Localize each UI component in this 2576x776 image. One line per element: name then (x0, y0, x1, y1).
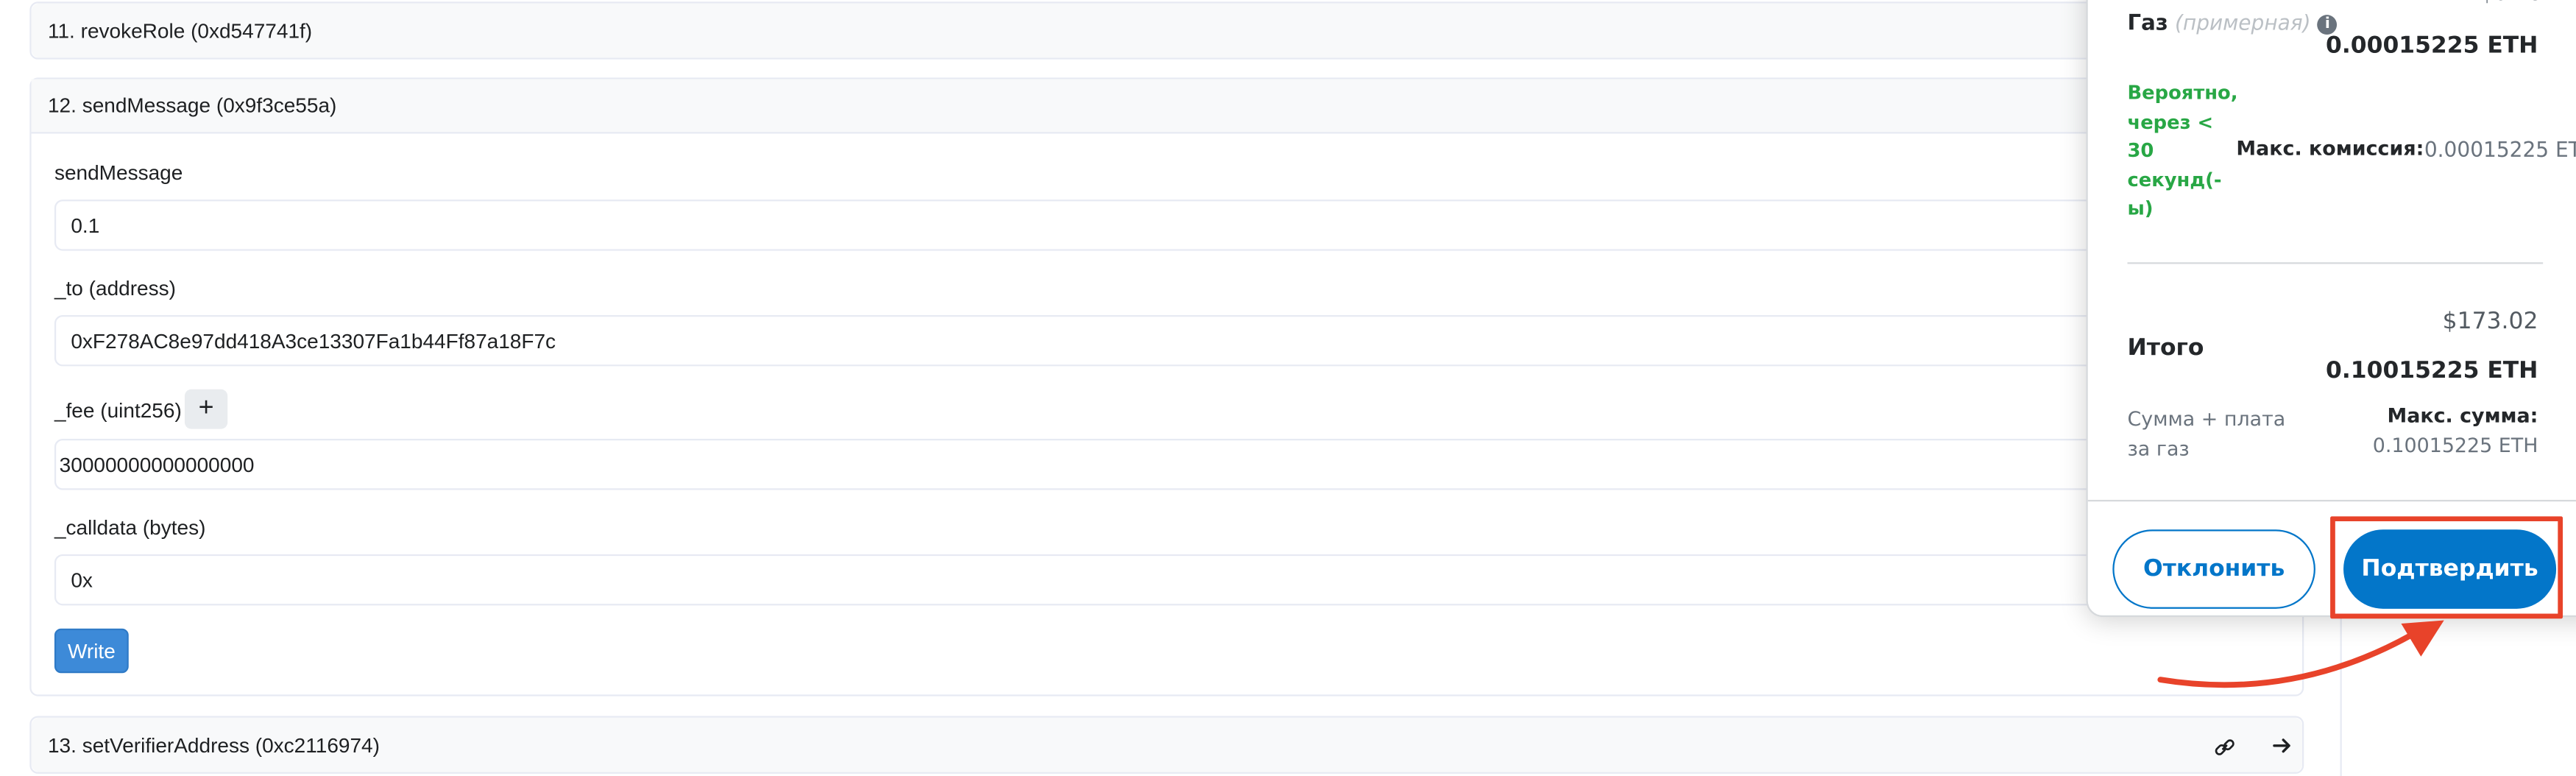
function-card-set-verifier: 13. setVerifierAddress (0xc2116974) (29, 716, 2304, 774)
gas-estimate-note: (примерная) (2174, 10, 2311, 35)
function-header-send-message[interactable]: 12. sendMessage (0x9f3ce55a) (31, 79, 2303, 134)
total-label: Итого (2127, 334, 2204, 361)
function-title: 13. setVerifierAddress (0xc2116974) (47, 733, 380, 757)
max-fee-label: Макс. комиссия: (2236, 136, 2424, 161)
param-label-calldata: _calldata (bytes) (54, 516, 206, 540)
function-header-set-verifier[interactable]: 13. setVerifierAddress (0xc2116974) (31, 717, 2303, 772)
max-fee-value: 0.00015225 ETH (2424, 136, 2576, 162)
total-eth-value: 0.10015225 ETH (2326, 358, 2538, 385)
likely-time-text: Вероятно, через < 30 секунд(- ы) (2128, 80, 2238, 224)
fee-input[interactable]: 30000000000000000 (54, 439, 2281, 490)
likely-line: 30 (2127, 138, 2154, 162)
max-sum-value: 0.10015225 ETH (2372, 434, 2538, 457)
function-header-revoke-role[interactable]: 11. revokeRole (0xd547741f) (31, 3, 2303, 58)
amount-plus-fee-line: за газ (2127, 437, 2190, 461)
arrow-right-icon[interactable] (2271, 734, 2293, 757)
gas-label-row: Газ (примерная) i (2128, 10, 2338, 36)
function-card-revoke-role: 11. revokeRole (0xd547741f) (29, 1, 2304, 60)
likely-line: ы) (2127, 196, 2154, 220)
likely-line: секунд(- (2127, 167, 2222, 191)
to-address-input[interactable]: 0xF278AC8e97dd418A3ce13307Fa1b44Ff87a18F… (54, 314, 2281, 367)
send-message-value-input[interactable]: 0.1 (54, 200, 2281, 251)
amount-plus-fee-label: Сумма + плата за газ (2128, 404, 2286, 464)
fee-plus-button[interactable]: + (184, 389, 228, 429)
function-title: 12. sendMessage (0x9f3ce55a) (47, 94, 337, 118)
likely-line: Вероятно, (2127, 80, 2238, 105)
likely-line: через < (2127, 110, 2214, 133)
gas-label: Газ (2127, 11, 2168, 37)
reject-button[interactable]: Отклонить (2112, 529, 2315, 609)
confirm-highlight-box (2330, 516, 2563, 619)
gas-usd-value: $0.26 (2480, 0, 2541, 7)
param-label-send-message: sendMessage (54, 161, 183, 185)
link-icon[interactable] (2213, 736, 2236, 758)
amount-plus-fee-line: Сумма + плата (2127, 407, 2286, 431)
param-label-to-address: _to (address) (54, 277, 176, 300)
gas-eth-value: 0.00015225 ETH (2326, 32, 2538, 60)
screen: 11. revokeRole (0xd547741f) 12. sendMess… (0, 0, 2576, 776)
max-sum-label: Макс. сумма: (2387, 403, 2538, 428)
write-button[interactable]: Write (54, 628, 129, 674)
divider (2127, 262, 2544, 264)
param-label-fee: _fee (uint256) (54, 399, 182, 423)
function-title: 11. revokeRole (0xd547741f) (47, 18, 313, 43)
footer-divider (2087, 499, 2576, 502)
function-card-send-message: 12. sendMessage (0x9f3ce55a) sendMessage… (29, 77, 2304, 696)
info-icon[interactable]: i (2317, 15, 2338, 35)
calldata-input[interactable]: 0x (54, 554, 2281, 606)
total-usd-value: $173.02 (2442, 308, 2538, 335)
